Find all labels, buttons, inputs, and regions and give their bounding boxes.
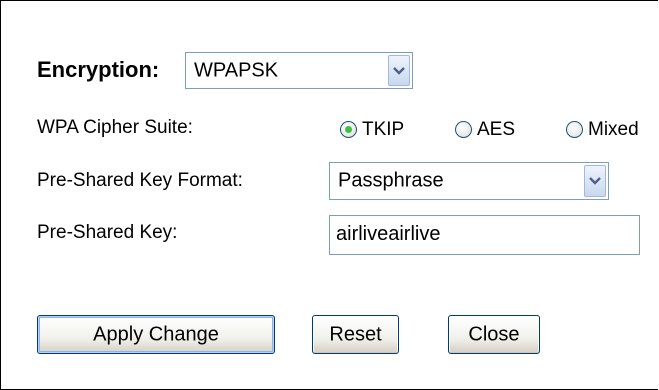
radio-mixed-label: Mixed: [588, 119, 639, 140]
apply-change-button[interactable]: Apply Change: [37, 315, 275, 354]
radio-circle[interactable]: [340, 121, 357, 138]
key-format-select[interactable]: Passphrase: [329, 162, 609, 200]
radio-aes-label: AES: [477, 119, 516, 140]
encryption-select[interactable]: WPAPSK: [185, 52, 413, 89]
cipher-suite-label: WPA Cipher Suite:: [37, 117, 193, 138]
reset-button[interactable]: Reset: [312, 315, 399, 354]
encryption-select-value: WPAPSK: [194, 59, 279, 81]
encryption-label: Encryption:: [37, 57, 160, 82]
radio-tkip-label: TKIP: [362, 119, 405, 140]
radio-circle[interactable]: [455, 121, 472, 138]
chevron-down-icon[interactable]: [388, 55, 410, 86]
key-format-select-value: Passphrase: [338, 169, 444, 192]
reset-button-label: Reset: [329, 323, 382, 345]
radio-circle[interactable]: [566, 121, 583, 138]
psk-label: Pre-Shared Key:: [37, 222, 178, 243]
chevron-down-icon[interactable]: [584, 165, 606, 197]
close-button-label: Close: [468, 323, 520, 345]
close-button[interactable]: Close: [448, 315, 540, 354]
cipher-suite-radio-group: TKIP AES Mixed: [340, 119, 659, 143]
key-format-label: Pre-Shared Key Format:: [37, 170, 243, 191]
apply-change-button-label: Apply Change: [93, 323, 219, 345]
radio-selected-dot: [345, 126, 352, 133]
psk-input[interactable]: airliveairlive: [329, 215, 640, 255]
